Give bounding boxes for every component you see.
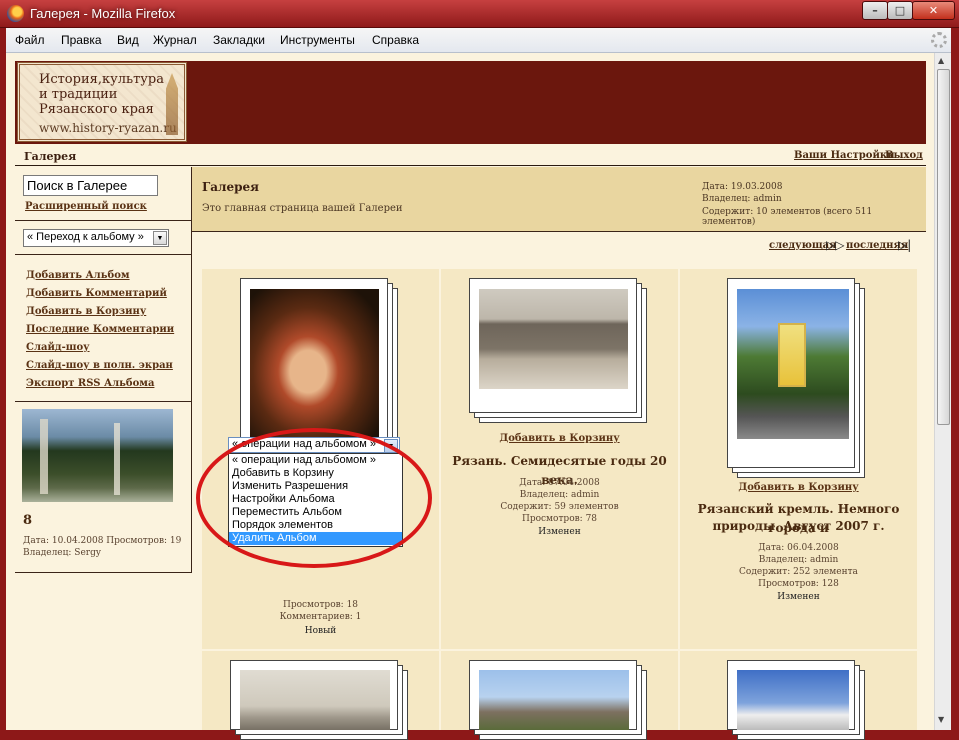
add-comment-link[interactable]: Добавить Комментарий bbox=[26, 288, 167, 299]
logout-link[interactable]: Выход bbox=[885, 150, 923, 161]
operations-option-move-album[interactable]: Переместить Альбом bbox=[229, 506, 402, 519]
operations-option-delete-album[interactable]: Удалить Альбом bbox=[229, 532, 402, 545]
jump-to-album-select[interactable]: « Переход к альбому » ▼ bbox=[23, 229, 169, 247]
album-5-thumbnail[interactable] bbox=[479, 670, 629, 730]
operations-option-add-to-cart[interactable]: Добавить в Корзину bbox=[229, 467, 402, 480]
window-titlebar: Галерея - Mozilla Firefox – □ ✕ bbox=[0, 0, 959, 28]
album-3-owner: Владелец: admin bbox=[758, 555, 839, 565]
gallery-owner: Владелец: admin bbox=[702, 194, 782, 204]
album-operations-select[interactable]: « операции над альбомом » ▼ bbox=[228, 437, 400, 453]
album-2-add-to-cart[interactable]: Добавить в Корзину bbox=[441, 433, 678, 444]
album-4-thumbnail[interactable] bbox=[240, 670, 390, 730]
maximize-button[interactable]: □ bbox=[887, 1, 913, 20]
recent-comments-link[interactable]: Последние Комментарии bbox=[26, 324, 174, 335]
fullscreen-slideshow-link[interactable]: Слайд-шоу в полн. экран bbox=[26, 360, 173, 371]
menu-file[interactable]: Файл bbox=[15, 33, 45, 47]
operations-option-permissions[interactable]: Изменить Разрешения bbox=[229, 480, 402, 493]
album-3-contains: Содержит: 252 элемента bbox=[739, 567, 858, 577]
random-image-owner: Владелец: Sergy bbox=[23, 548, 101, 558]
album-3-title-line-2[interactable]: природы. Август 2007 г. bbox=[680, 517, 917, 536]
logo-line-3: Рязанского края bbox=[39, 102, 154, 117]
random-image-thumbnail[interactable] bbox=[22, 409, 173, 502]
scrollbar-thumb[interactable] bbox=[937, 69, 950, 425]
menu-tools[interactable]: Инструменты bbox=[280, 33, 355, 47]
album-operations-list: « операции над альбомом » Добавить в Кор… bbox=[228, 453, 403, 547]
menu-history[interactable]: Журнал bbox=[153, 33, 197, 47]
operations-option-album-settings[interactable]: Настройки Альбома bbox=[229, 493, 402, 506]
window-title: Галерея - Mozilla Firefox bbox=[30, 6, 176, 21]
rss-export-link[interactable]: Экспорт RSS Альбома bbox=[26, 378, 154, 389]
random-image-date: Дата: 10.04.2008 Просмотров: 19 bbox=[23, 536, 182, 546]
album-2-owner: Владелец: admin bbox=[519, 490, 600, 500]
gallery-description: Это главная страница вашей Галереи bbox=[202, 203, 403, 214]
album-2-date: Дата: 07.04.2008 bbox=[519, 478, 600, 488]
chevron-down-icon[interactable]: ▼ bbox=[153, 231, 167, 245]
top-nav-row: Галерея Ваши Настройки Выход bbox=[15, 147, 926, 166]
album-3-views: Просмотров: 128 bbox=[758, 579, 839, 589]
album-operations-value: « операции над альбомом » bbox=[232, 438, 377, 450]
settings-link[interactable]: Ваши Настройки bbox=[794, 150, 895, 161]
scroll-down-icon[interactable]: ▼ bbox=[938, 715, 944, 724]
last-page-icon[interactable]: ▷| bbox=[898, 238, 911, 252]
album-3-date: Дата: 06.04.2008 bbox=[758, 543, 839, 553]
album-2-views: Просмотров: 78 bbox=[521, 514, 598, 524]
breadcrumb[interactable]: Галерея bbox=[24, 150, 76, 163]
sidebar: Расширенный поиск « Переход к альбому » … bbox=[15, 167, 192, 573]
add-album-link[interactable]: Добавить Альбом bbox=[26, 270, 130, 281]
pager: следующая ▷▷ последняя ▷| bbox=[192, 233, 926, 259]
jump-select-value: « Переход к альбому » bbox=[27, 231, 144, 243]
add-to-cart-link[interactable]: Добавить в Корзину bbox=[26, 306, 146, 317]
window-frame-right bbox=[951, 28, 959, 736]
firefox-icon bbox=[7, 5, 24, 22]
logo-line-1: История,культура bbox=[39, 72, 164, 87]
album-2-thumbnail[interactable] bbox=[479, 289, 628, 389]
album-2-status: Изменен bbox=[538, 527, 581, 537]
gallery-contains: Содержит: 10 элементов (всего 511 элемен… bbox=[702, 207, 873, 227]
scroll-up-icon[interactable]: ▲ bbox=[938, 56, 944, 65]
album-1-thumbnail[interactable] bbox=[250, 289, 379, 439]
menu-edit[interactable]: Правка bbox=[61, 33, 102, 47]
logo-line-2: и традиции bbox=[39, 87, 118, 102]
album-3-thumbnail-monument bbox=[778, 323, 806, 387]
album-6-thumbnail[interactable] bbox=[737, 670, 849, 730]
advanced-search-link[interactable]: Расширенный поиск bbox=[25, 201, 147, 212]
random-image-title[interactable]: 8 bbox=[23, 513, 32, 528]
album-1-comments: Комментариев: 1 bbox=[279, 612, 362, 622]
menu-bookmarks[interactable]: Закладки bbox=[213, 33, 265, 47]
album-3-status: Изменен bbox=[777, 592, 820, 602]
minimize-button[interactable]: – bbox=[862, 1, 888, 20]
gallery-date: Дата: 19.03.2008 bbox=[702, 182, 783, 192]
logo-url: www.history-ryazan.ru bbox=[39, 121, 177, 135]
menu-bar: Файл Правка Вид Журнал Закладки Инструме… bbox=[6, 28, 953, 53]
gallery-title: Галерея bbox=[202, 180, 260, 194]
slideshow-link[interactable]: Слайд-шоу bbox=[26, 342, 90, 353]
menu-view[interactable]: Вид bbox=[117, 33, 139, 47]
site-logo[interactable]: История,культура и традиции Рязанского к… bbox=[17, 62, 187, 142]
chevron-down-icon[interactable]: ▼ bbox=[384, 439, 398, 453]
album-1-views: Просмотров: 18 bbox=[282, 600, 359, 610]
next-page-icon[interactable]: ▷▷ bbox=[826, 238, 844, 252]
throbber-icon bbox=[931, 32, 947, 48]
album-1-status: Новый bbox=[304, 626, 337, 636]
gallery-header: Галерея Это главная страница вашей Галер… bbox=[192, 167, 926, 232]
close-button[interactable]: ✕ bbox=[912, 1, 955, 20]
menu-help[interactable]: Справка bbox=[372, 33, 419, 47]
search-input[interactable] bbox=[23, 175, 158, 196]
album-2-contains: Содержит: 59 элементов bbox=[500, 502, 619, 512]
vertical-scrollbar[interactable]: ▲ ▼ bbox=[934, 53, 951, 730]
album-3-add-to-cart[interactable]: Добавить в Корзину bbox=[680, 482, 917, 493]
operations-option-placeholder[interactable]: « операции над альбомом » bbox=[229, 454, 402, 467]
operations-option-item-order[interactable]: Порядок элементов bbox=[229, 519, 402, 532]
